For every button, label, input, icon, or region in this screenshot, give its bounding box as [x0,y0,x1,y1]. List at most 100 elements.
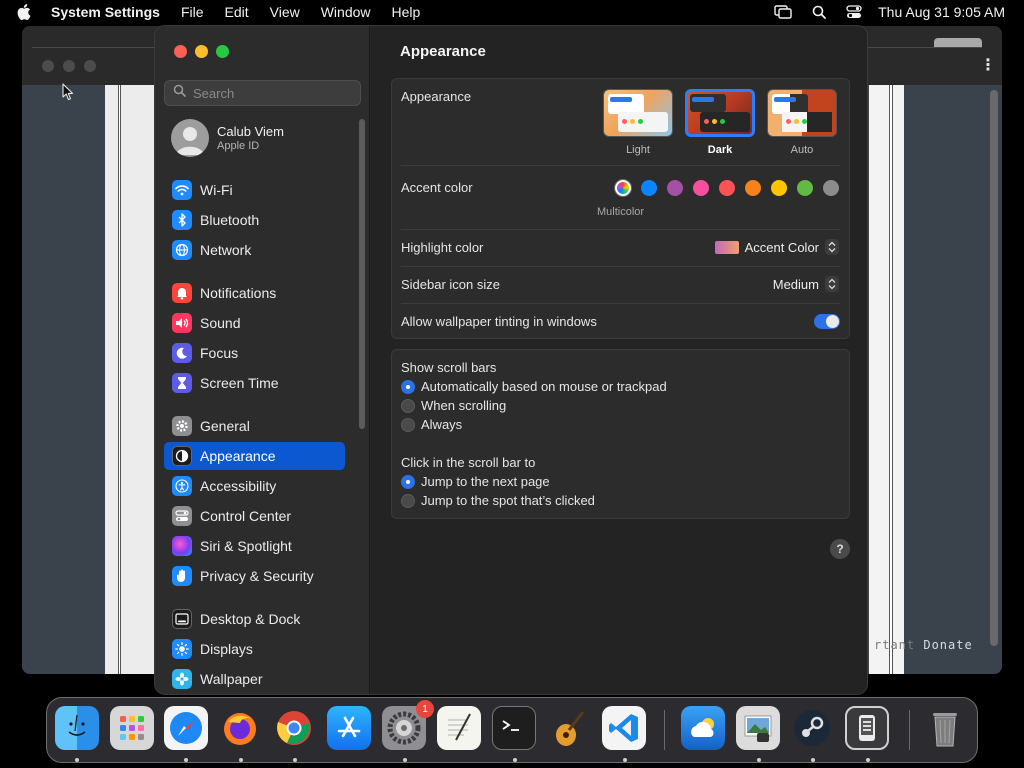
account-name: Calub Viem [217,124,284,139]
search-field[interactable] [164,80,361,106]
dock-textedit-icon[interactable] [437,706,481,750]
radio-button[interactable] [401,474,415,489]
radio-label: Always [421,417,463,432]
sidebar-item-label: Privacy & Security [200,568,314,584]
sidebar-item-label: Displays [200,641,253,657]
dock-weather-icon[interactable] [681,706,725,750]
radio-button[interactable] [401,398,415,413]
accent-graphite[interactable] [823,180,839,196]
sidebar-item-appearance[interactable]: Appearance [164,442,345,470]
sidebar-item-desktop-dock[interactable]: Desktop & Dock [164,605,345,633]
sidebar-item-sound[interactable]: Sound [164,309,345,337]
sidebar-item-displays[interactable]: Displays [164,635,345,663]
menu-window[interactable]: Window [321,4,371,20]
dock-running-indicator [623,758,627,762]
dock-garageband-icon[interactable] [547,706,591,750]
sidebar-item-notifications[interactable]: Notifications [164,279,345,307]
radio-button[interactable] [401,417,415,432]
dock-terminal-icon[interactable] [492,706,536,750]
sidebar-item-accessibility[interactable]: Accessibility [164,472,345,500]
more-options-icon[interactable]: ⋮ [980,58,996,74]
sidebar-item-wallpaper[interactable]: Wallpaper [164,665,345,693]
accent-pink[interactable] [693,180,709,196]
zoom-button[interactable] [216,45,229,58]
apple-menu-icon[interactable] [17,4,37,20]
close-button[interactable] [174,45,187,58]
menu-help[interactable]: Help [392,4,421,20]
control-center-icon[interactable] [846,5,862,19]
accent-orange[interactable] [745,180,761,196]
chevron-updown-icon [825,239,839,255]
highlight-color-popup[interactable]: Accent Color [714,239,839,255]
spotlight-search-icon[interactable] [812,5,827,19]
theme-option-light[interactable]: Light [602,89,674,156]
theme-option-dark[interactable]: Dark [684,89,756,156]
sidebar-item-label: Screen Time [200,375,279,391]
settings-sidebar: Calub Viem Apple ID Wi-Fi Bluetooth Netw… [155,26,370,694]
dock-running-indicator [513,758,517,762]
sidebar-item-wifi[interactable]: Wi-Fi [164,176,345,204]
dock-firefox-icon[interactable] [218,706,262,750]
sidebar-item-general[interactable]: General [164,412,345,440]
dock-chrome-icon[interactable] [272,706,316,750]
radio-click-next-page[interactable]: Jump to the next page [401,474,550,489]
dock-launchpad-icon[interactable] [110,706,154,750]
dock-finder-icon[interactable] [55,706,99,750]
radio-button[interactable] [401,493,415,508]
system-settings-window: Calub Viem Apple ID Wi-Fi Bluetooth Netw… [154,25,868,695]
dock-trash-icon[interactable] [923,706,967,750]
show-scroll-bars-label: Show scroll bars [401,360,497,375]
sidebar-item-control-center[interactable]: Control Center [164,502,345,530]
sidebar-icon-size-popup[interactable]: Medium [773,276,839,292]
radio-scroll-when-scrolling[interactable]: When scrolling [401,398,506,413]
menu-app-name[interactable]: System Settings [51,4,160,20]
hourglass-icon [172,373,192,393]
gear-icon [172,416,192,436]
sidebar-scrollbar[interactable] [359,119,365,429]
background-app-tab[interactable] [934,38,982,47]
dock-system-settings-icon[interactable]: 1 [382,700,434,750]
inactive-close-button[interactable] [42,60,54,72]
radio-click-spot[interactable]: Jump to the spot that’s clicked [401,493,595,508]
accent-green[interactable] [797,180,813,196]
inactive-zoom-button[interactable] [84,60,96,72]
dock-safari-icon[interactable] [164,706,208,750]
radio-label: When scrolling [421,398,507,413]
sidebar-item-screen-time[interactable]: Screen Time [164,369,345,397]
dock-steam-icon[interactable] [790,706,834,750]
dock-app-store-icon[interactable] [327,706,371,750]
dock-preview-icon[interactable] [736,706,780,750]
menu-edit[interactable]: Edit [225,4,249,20]
sidebar-item-siri-spotlight[interactable]: Siri & Spotlight [164,532,345,560]
donate-link[interactable]: Donate [915,638,973,652]
screen-mirroring-icon[interactable] [774,5,792,19]
sidebar-item-network[interactable]: Network [164,236,345,264]
accent-yellow[interactable] [771,180,787,196]
sidebar-item-focus[interactable]: Focus [164,339,345,367]
dock-simulator-icon[interactable] [845,706,889,750]
search-input[interactable] [193,85,343,101]
sidebar-item-bluetooth[interactable]: Bluetooth [164,206,345,234]
sidebar-item-privacy-security[interactable]: Privacy & Security [164,562,345,590]
radio-scroll-auto[interactable]: Automatically based on mouse or trackpad [401,379,667,394]
apple-id-account[interactable]: Calub Viem Apple ID [171,119,284,157]
menu-view[interactable]: View [270,4,300,20]
accent-purple[interactable] [667,180,683,196]
menu-file[interactable]: File [181,4,204,20]
background-app-scrollbar[interactable] [990,90,998,646]
radio-button[interactable] [401,379,415,394]
background-app-footer-text[interactable]: rtant Donate [874,638,973,652]
accent-blue[interactable] [641,180,657,196]
accent-multicolor[interactable] [615,180,631,196]
inactive-minimize-button[interactable] [63,60,75,72]
theme-option-auto[interactable]: Auto [766,89,838,156]
sidebar-item-label: Wi-Fi [200,182,233,198]
menu-clock[interactable]: Thu Aug 31 9:05 AM [878,4,1005,20]
radio-scroll-always[interactable]: Always [401,417,462,432]
wallpaper-tinting-toggle[interactable] [814,314,840,329]
dock-vscode-icon[interactable] [602,706,646,750]
search-icon [173,84,186,102]
minimize-button[interactable] [195,45,208,58]
help-button[interactable]: ? [830,539,850,559]
accent-red[interactable] [719,180,735,196]
